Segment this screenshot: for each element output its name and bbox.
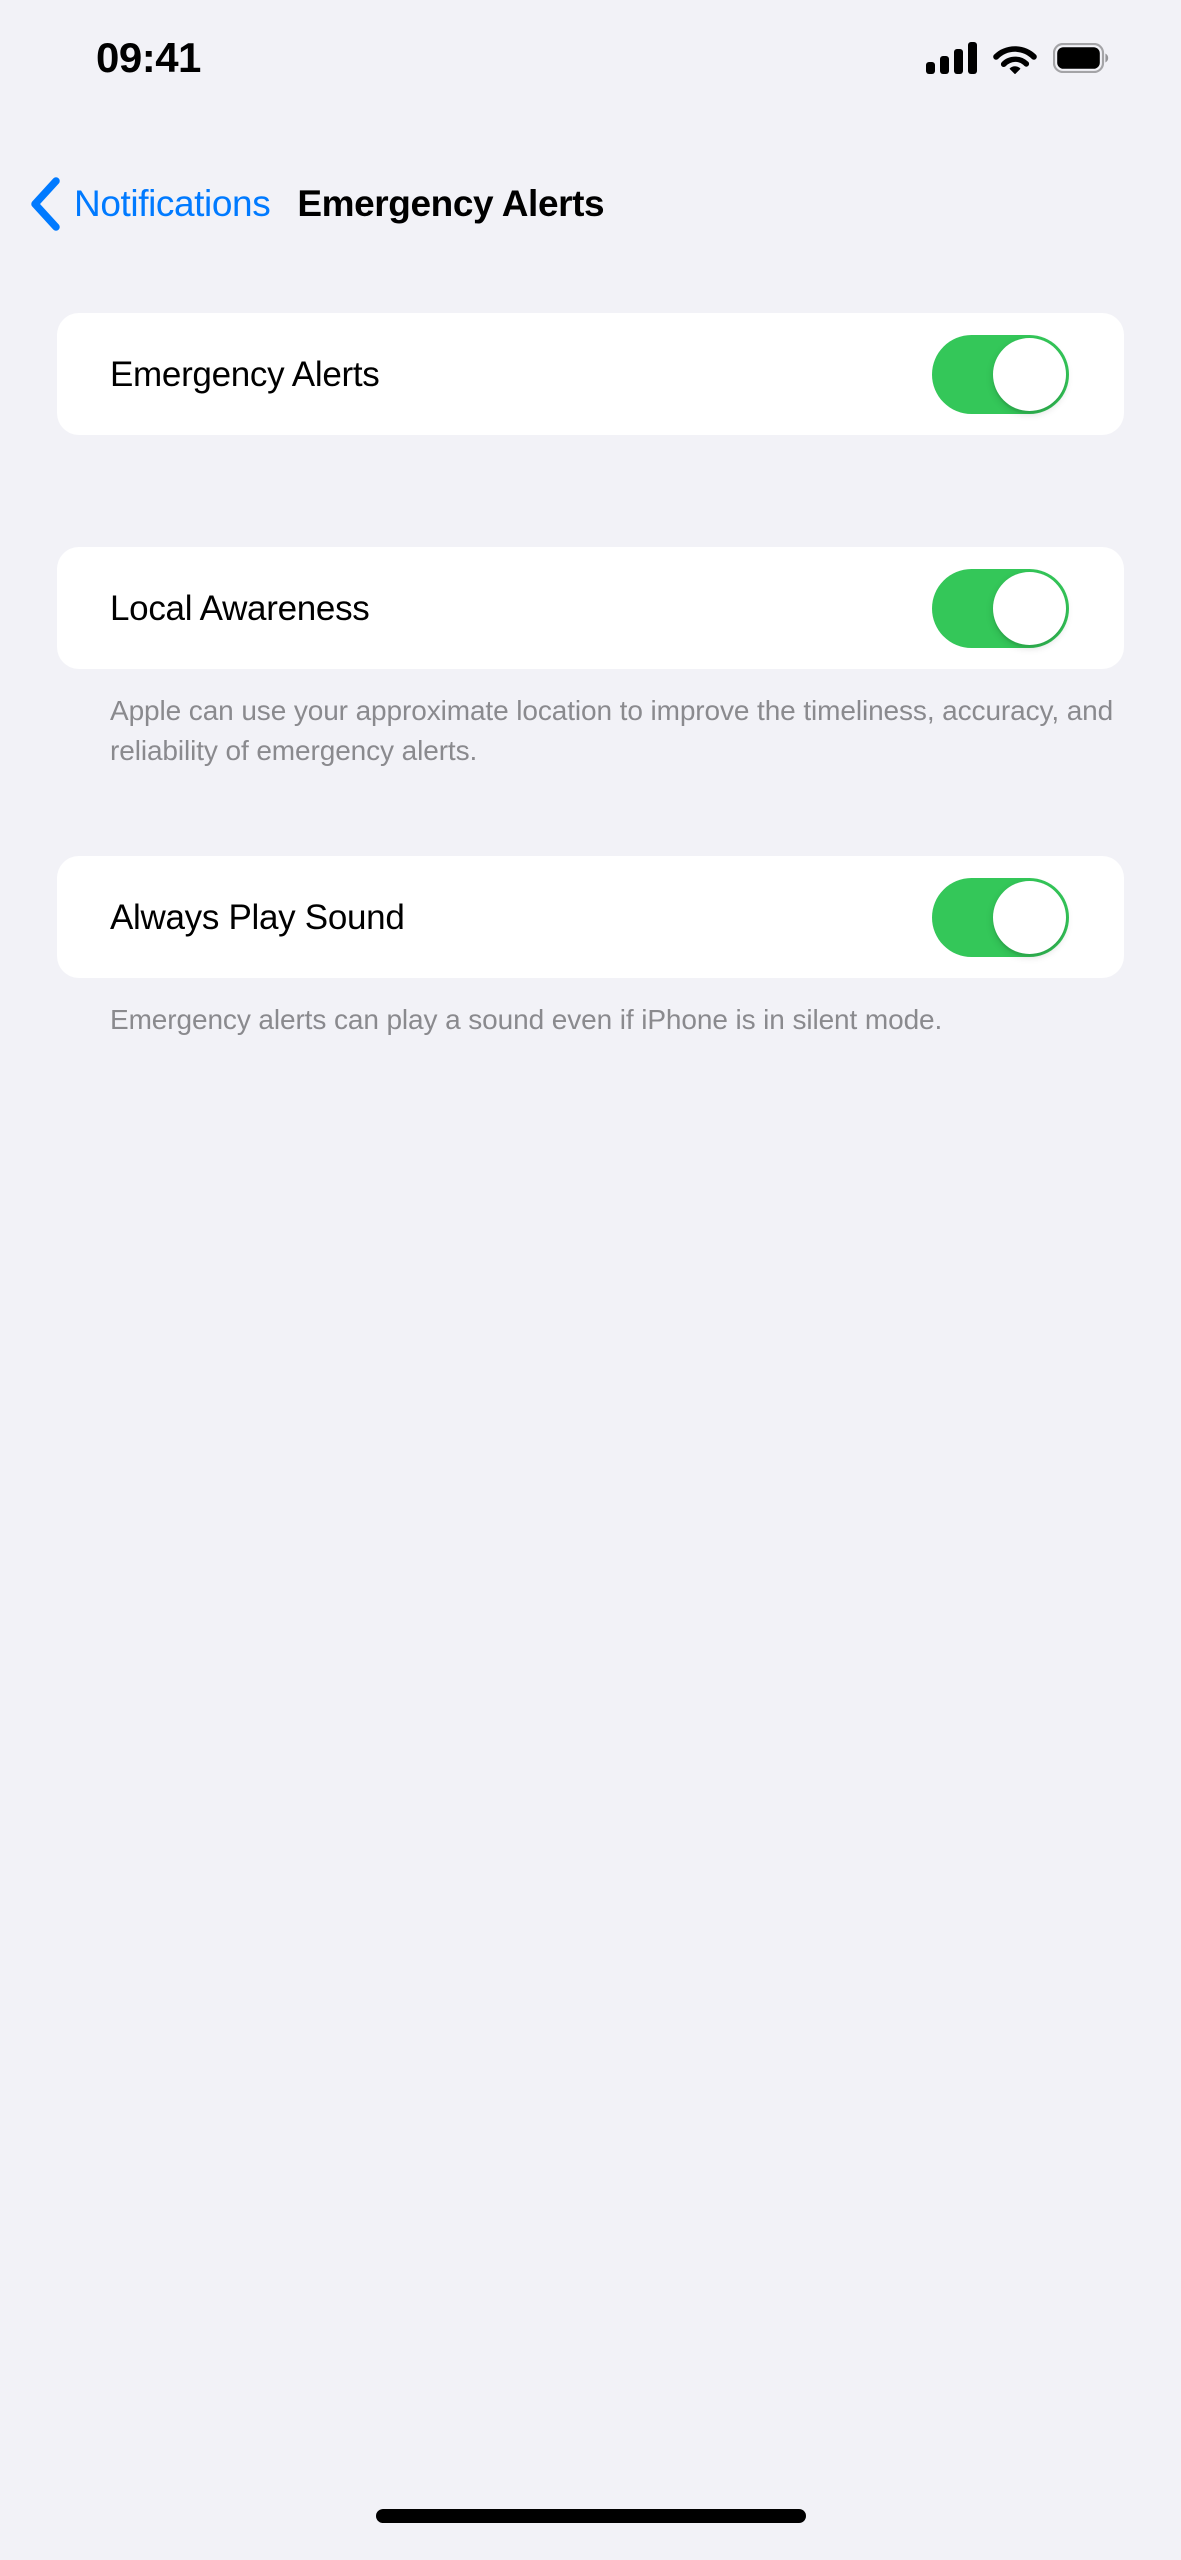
- toggle-local-awareness[interactable]: [932, 568, 1069, 648]
- settings-list: Emergency Alerts Local Awareness Apple c…: [0, 313, 1181, 1040]
- battery-full-icon: [1053, 43, 1109, 73]
- row-emergency-alerts[interactable]: Emergency Alerts: [57, 313, 1124, 435]
- status-bar-icons: [926, 42, 1109, 74]
- toggle-emergency-alerts[interactable]: [932, 334, 1069, 414]
- page-title: Emergency Alerts: [297, 182, 605, 224]
- back-button-notifications[interactable]: Notifications: [28, 175, 271, 231]
- settings-card: Emergency Alerts: [57, 313, 1124, 435]
- settings-group-always-play-sound: Always Play Sound Emergency alerts can p…: [0, 856, 1181, 1040]
- row-label: Emergency Alerts: [110, 354, 380, 394]
- settings-group-local-awareness: Local Awareness Apple can use your appro…: [0, 547, 1181, 771]
- iphone-screen: 09:41 Notifications Emergency Alerts Eme…: [0, 0, 1181, 2560]
- toggle-knob: [993, 571, 1066, 645]
- cellular-signal-icon: [926, 42, 977, 74]
- home-indicator[interactable]: [375, 2509, 806, 2523]
- status-bar: 09:41: [0, 0, 1181, 108]
- row-label: Local Awareness: [110, 588, 370, 628]
- row-always-play-sound[interactable]: Always Play Sound: [57, 856, 1124, 978]
- chevron-left-icon: [31, 177, 60, 231]
- footer-text-local-awareness: Apple can use your approximate location …: [110, 695, 1114, 766]
- settings-group-emergency-alerts: Emergency Alerts: [0, 313, 1181, 435]
- status-bar-clock: 09:41: [96, 34, 201, 81]
- settings-card: Always Play Sound: [57, 856, 1124, 978]
- toggle-always-play-sound[interactable]: [932, 877, 1069, 957]
- toggle-knob: [993, 337, 1066, 411]
- footer-text-always-play-sound: Emergency alerts can play a sound even i…: [110, 1004, 943, 1035]
- wifi-icon: [993, 46, 1037, 74]
- settings-card: Local Awareness: [57, 547, 1124, 669]
- navigation-bar: Notifications Emergency Alerts: [0, 165, 1181, 241]
- row-label: Always Play Sound: [110, 897, 405, 937]
- toggle-knob: [993, 880, 1066, 954]
- back-button-label: Notifications: [74, 182, 271, 224]
- row-local-awareness[interactable]: Local Awareness: [57, 547, 1124, 669]
